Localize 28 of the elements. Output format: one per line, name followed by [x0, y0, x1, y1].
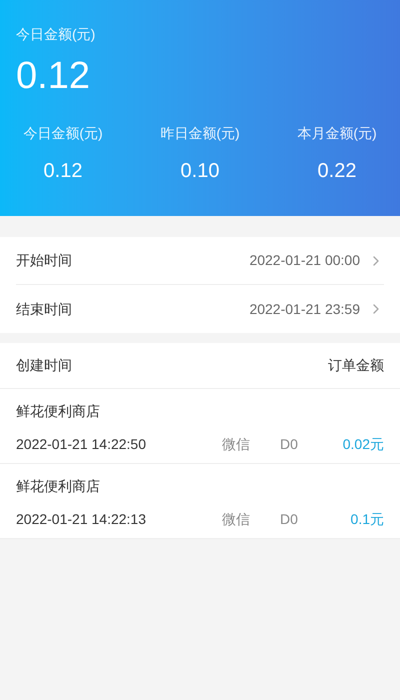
store-name: 鲜花便利商店: [16, 477, 101, 496]
order-time: 2022-01-21 14:22:13: [16, 510, 147, 529]
stat-value: 0.10: [180, 158, 220, 184]
payment-channel: 微信: [222, 510, 251, 529]
order-amount: 0.02元: [342, 435, 384, 454]
stat-value: 0.12: [44, 158, 82, 184]
column-header: 订单金额: [328, 356, 384, 375]
stat-label: 今日金额(元): [23, 124, 103, 143]
time-filter-row[interactable]: 开始时间 2022-01-21 00:00: [16, 237, 384, 285]
today-amount: 0.12: [16, 54, 91, 99]
order-time: 2022-01-21 14:22:50: [16, 435, 147, 454]
store-name: 鲜花便利商店: [16, 402, 101, 421]
order-row[interactable]: 鲜花便利商店 2022-01-21 14:22:13 微信 D0 0.1元: [0, 464, 400, 539]
stat-label: 昨日金额(元): [160, 124, 240, 143]
time-filter-row[interactable]: 结束时间 2022-01-21 23:59: [16, 285, 384, 333]
settlement-type: D0: [280, 510, 298, 529]
settlement-type: D0: [280, 435, 298, 454]
filter-label: 结束时间: [16, 300, 72, 318]
summary-title: 今日金额(元): [16, 25, 96, 44]
stat-label: 本月金额(元): [297, 124, 377, 143]
stat-value: 0.22: [318, 158, 356, 184]
order-amount: 0.1元: [350, 510, 384, 529]
order-row[interactable]: 鲜花便利商店 2022-01-21 14:22:50 微信 D0 0.02元: [0, 389, 400, 464]
filter-value: 2022-01-21 00:00: [249, 251, 360, 270]
column-header: 创建时间: [16, 356, 72, 375]
filter-value: 2022-01-21 23:59: [249, 300, 360, 318]
filter-label: 开始时间: [16, 251, 72, 270]
payment-channel: 微信: [222, 435, 251, 454]
